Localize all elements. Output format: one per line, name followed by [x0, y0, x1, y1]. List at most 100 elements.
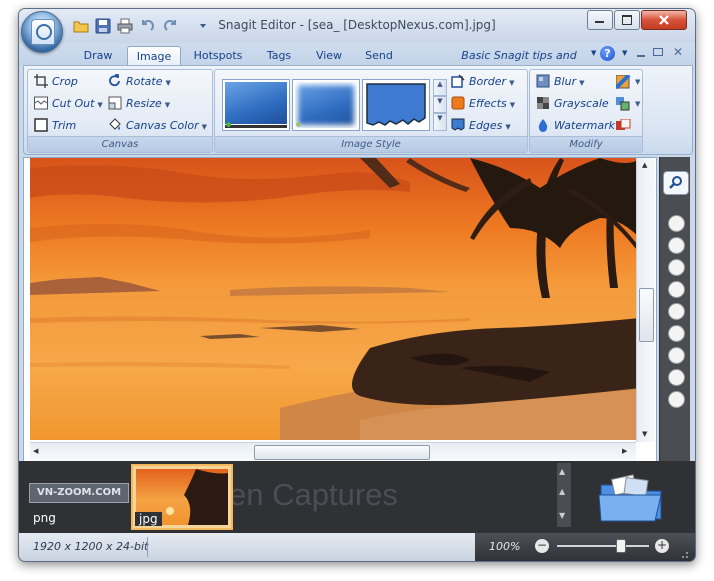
color-adjust-dropdown-icon[interactable]: ▼	[635, 78, 640, 86]
border-label: Border	[469, 75, 507, 88]
style-preset-1-preview	[225, 82, 287, 124]
horizontal-scroll-thumb[interactable]	[254, 445, 430, 460]
color-replace-dropdown-icon[interactable]: ▼	[635, 100, 640, 108]
vertical-scroll-thumb[interactable]	[639, 288, 654, 342]
zoom-out-button[interactable]: −	[535, 539, 549, 553]
application-menu-button[interactable]	[21, 11, 63, 53]
tab-send[interactable]: Send	[359, 46, 399, 65]
options-dropdown-icon[interactable]: ▼	[622, 49, 627, 57]
capture-thumbnail-jpg[interactable]: jpg	[131, 464, 233, 530]
watermark-button[interactable]: Watermark	[536, 117, 615, 135]
style-preset-2[interactable]	[292, 79, 360, 131]
vn-zoom-logo: VN-ZOOM.COM	[29, 483, 129, 503]
canvas-color-dropdown-icon: ▼	[201, 123, 207, 131]
blur-label: Blur	[554, 75, 577, 88]
effects-button[interactable]: Effects ▼	[451, 95, 515, 113]
grip-dots	[682, 552, 688, 558]
canvas-color-label: Canvas Color	[126, 119, 199, 132]
style-gallery-expand[interactable]: ▼	[433, 113, 447, 131]
maximize-button[interactable]	[614, 10, 640, 30]
canvas-color-button[interactable]: Canvas Color ▼	[108, 117, 207, 135]
resize-button[interactable]: Resize ▼	[108, 95, 170, 113]
stamp-target-icon[interactable]	[668, 347, 685, 364]
search-icon	[669, 176, 682, 189]
modify-group-label: Modify	[530, 136, 642, 152]
cut-out-label: Cut Out	[52, 97, 95, 110]
image-style-group-label: Image Style	[215, 136, 527, 152]
status-left-panel: 1920 x 1200 x 24-bit	[19, 533, 475, 561]
crop-label: Crop	[52, 75, 78, 88]
status-divider	[147, 537, 148, 557]
image-dimensions: 1920 x 1200 x 24-bit	[33, 540, 149, 553]
stamp-alert-icon[interactable]	[668, 215, 685, 232]
zoom-in-button[interactable]: +	[655, 539, 669, 553]
tray-scroll-up[interactable]: ▲	[559, 467, 565, 476]
stamp-check-icon[interactable]	[668, 369, 685, 386]
capture-label-jpg: jpg	[135, 512, 162, 526]
resize-dropdown-icon: ▼	[164, 101, 171, 109]
stamp-smiley-icon[interactable]	[668, 281, 685, 298]
color-replace-icon[interactable]	[616, 97, 632, 111]
image-canvas[interactable]: ▲ ▼ ◀ ▶	[23, 157, 657, 463]
ribbon-minimize-icon[interactable]	[637, 55, 645, 57]
help-dropdown-icon[interactable]: ▼	[591, 49, 596, 57]
zoom-slider[interactable]	[557, 539, 649, 553]
sunset-photo-graphic	[30, 158, 640, 440]
crop-button[interactable]: Crop	[34, 73, 78, 91]
capture-thumbnail-png[interactable]: VN-ZOOM.COM png	[27, 467, 129, 525]
style-scroll-up[interactable]: ▲	[433, 79, 447, 96]
tray-scroll-down[interactable]: ▼	[559, 511, 565, 520]
tab-hotspots[interactable]: Hotspots	[189, 46, 247, 65]
stamp-radiation-icon[interactable]	[668, 237, 685, 254]
help-tips-link[interactable]: Basic Snagit tips and tricks	[449, 46, 589, 81]
scroll-left-arrow[interactable]: ◀	[33, 447, 38, 455]
resize-grip-icon[interactable]	[679, 549, 689, 559]
stamp-flag-icon[interactable]	[668, 259, 685, 276]
stamp-star-icon[interactable]	[668, 391, 685, 408]
tab-tags[interactable]: Tags	[259, 46, 299, 65]
color-adjust-icon[interactable]	[616, 75, 632, 89]
ribbon-restore-icon[interactable]	[653, 48, 663, 56]
vertical-scrollbar[interactable]: ▲ ▼	[636, 158, 655, 442]
style-scroll-down[interactable]: ▼	[433, 96, 447, 113]
tab-draw[interactable]: Draw	[77, 46, 119, 65]
close-button[interactable]	[641, 10, 687, 30]
stamp-heart-icon[interactable]	[668, 303, 685, 320]
crop-icon	[34, 74, 48, 88]
cut-out-button[interactable]: Cut Out ▼	[34, 95, 103, 113]
blur-button[interactable]: Blur ▼	[536, 73, 585, 91]
scroll-up-arrow[interactable]: ▲	[642, 161, 647, 169]
zoom-slider-thumb[interactable]	[616, 539, 626, 553]
effects-dropdown-icon: ▼	[509, 101, 516, 109]
trim-button[interactable]: Trim	[34, 117, 76, 135]
ribbon: Crop Rotate ▼ Cut Out ▼ Resize ▼ Trim Canva…	[23, 65, 693, 155]
sunset-beach-image[interactable]	[30, 158, 640, 440]
search-button[interactable]	[663, 171, 689, 195]
tray-scroll-mid[interactable]: ▲	[559, 487, 565, 496]
trim-icon	[34, 118, 48, 132]
stamp-dollar-icon[interactable]	[668, 325, 685, 342]
spotlight-magnify-icon[interactable]	[616, 119, 632, 133]
scroll-down-arrow[interactable]: ▼	[642, 430, 647, 438]
rotate-button[interactable]: Rotate ▼	[108, 73, 171, 91]
capture-label-png: png	[33, 511, 56, 525]
cut-out-dropdown-icon: ▼	[97, 101, 103, 109]
style-preset-2-preview	[295, 82, 357, 128]
cut-out-icon	[34, 96, 48, 110]
edges-button[interactable]: Edges ▼	[451, 117, 511, 135]
grayscale-button[interactable]: Grayscale	[536, 95, 609, 113]
minimize-button[interactable]	[587, 10, 613, 30]
tray-scrollbar[interactable]: ▲ ▲ ▼	[557, 463, 571, 527]
quick-styles-sidebar	[659, 157, 690, 461]
style-preset-3[interactable]	[362, 79, 430, 131]
border-icon	[451, 74, 465, 88]
ribbon-close-icon[interactable]: ✕	[673, 45, 683, 59]
style-preset-1[interactable]	[222, 79, 290, 131]
tab-image[interactable]: Image	[127, 46, 181, 66]
horizontal-scrollbar[interactable]: ◀ ▶	[30, 442, 636, 461]
tab-view[interactable]: View	[309, 46, 349, 65]
help-icon[interactable]: ?	[600, 46, 615, 61]
border-button[interactable]: Border ▼	[451, 73, 514, 91]
scroll-right-arrow[interactable]: ▶	[622, 447, 627, 455]
open-captures-folder-icon[interactable]	[597, 471, 665, 523]
